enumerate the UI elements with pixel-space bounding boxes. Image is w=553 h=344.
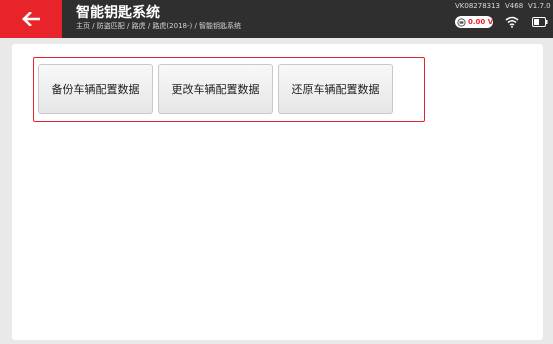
voltage-value: 0.00 V (468, 18, 494, 26)
backup-config-button[interactable]: 备份车辆配置数据 (38, 64, 153, 114)
app-window: 智能钥匙系统 主页 / 防盗匹配 / 路虎 / 路虎(2018-) / 智能钥匙… (0, 0, 553, 344)
change-config-button[interactable]: 更改车辆配置数据 (158, 64, 273, 114)
wifi-icon (505, 16, 519, 28)
serial-number: VK08278313 (455, 2, 501, 10)
arrow-left-icon (22, 12, 40, 26)
back-button[interactable] (0, 0, 62, 38)
app-version: V1.7.0 (528, 2, 551, 10)
device-version: V468 (505, 2, 524, 10)
top-bar: 智能钥匙系统 主页 / 防盗匹配 / 路虎 / 路虎(2018-) / 智能钥匙… (0, 0, 553, 38)
page-title: 智能钥匙系统 (76, 5, 160, 21)
battery-voltage-icon (457, 17, 466, 27)
battery-icon (532, 17, 548, 27)
restore-config-button[interactable]: 还原车辆配置数据 (278, 64, 393, 114)
voltage-badge: 0.00 V (455, 16, 493, 28)
breadcrumb: 主页 / 防盗匹配 / 路虎 / 路虎(2018-) / 智能钥匙系统 (76, 22, 242, 30)
